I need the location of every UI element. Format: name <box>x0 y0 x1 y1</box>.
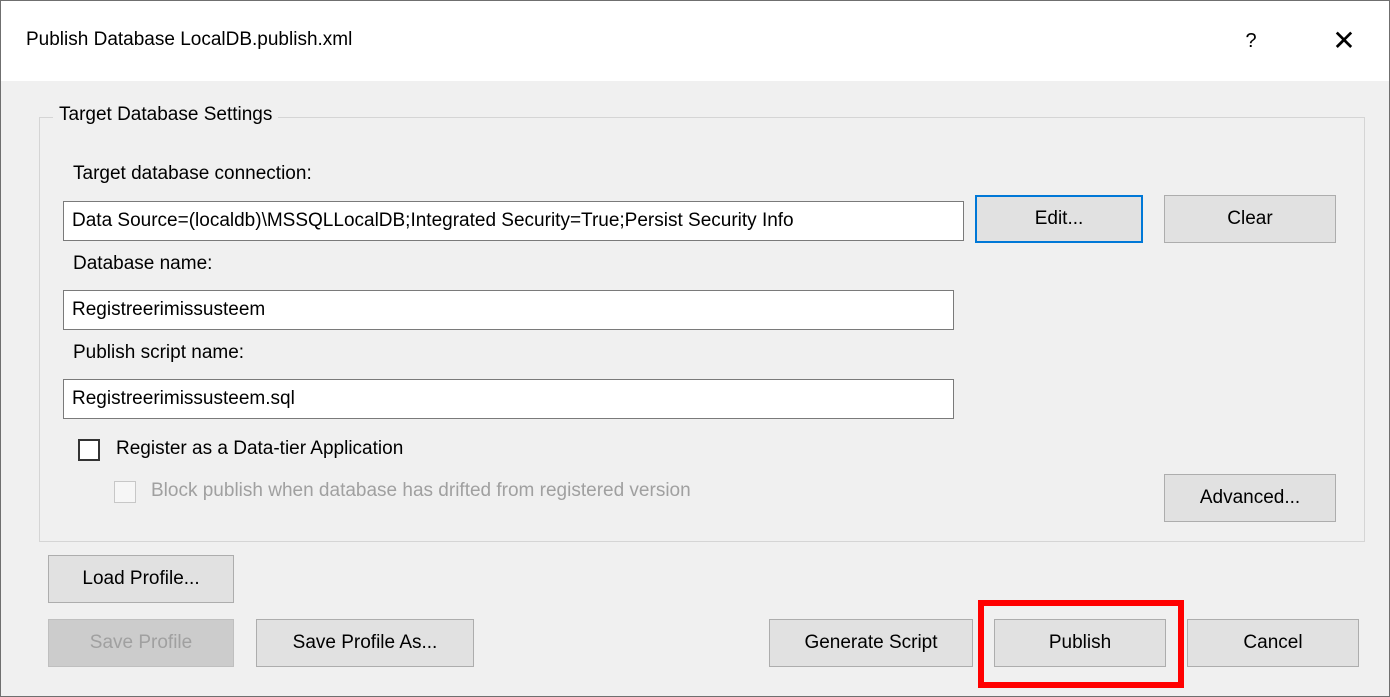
block-publish-label: Block publish when database has drifted … <box>151 480 691 501</box>
connection-string-field[interactable]: Data Source=(localdb)\MSSQLLocalDB;Integ… <box>63 201 964 241</box>
group-legend: Target Database Settings <box>53 104 279 126</box>
load-profile-button[interactable]: Load Profile... <box>48 555 234 603</box>
register-checkbox[interactable] <box>78 439 100 461</box>
database-name-label: Database name: <box>73 253 213 274</box>
dialog-title: Publish Database LocalDB.publish.xml <box>26 29 353 50</box>
title-bar: Publish Database LocalDB.publish.xml ? ✕ <box>1 1 1389 81</box>
publish-highlight-box <box>978 600 1184 688</box>
connection-label: Target database connection: <box>73 163 312 184</box>
block-publish-checkbox[interactable] <box>114 481 136 503</box>
script-name-field[interactable]: Registreerimissusteem.sql <box>63 379 954 419</box>
cancel-button[interactable]: Cancel <box>1187 619 1359 667</box>
script-name-label: Publish script name: <box>73 342 245 363</box>
clear-button[interactable]: Clear <box>1164 195 1336 243</box>
advanced-button[interactable]: Advanced... <box>1164 474 1336 522</box>
publish-database-dialog: Publish Database LocalDB.publish.xml ? ✕… <box>0 0 1390 697</box>
save-profile-as-button[interactable]: Save Profile As... <box>256 619 474 667</box>
edit-button[interactable]: Edit... <box>975 195 1143 243</box>
save-profile-button[interactable]: Save Profile <box>48 619 234 667</box>
help-icon[interactable]: ? <box>1229 21 1273 61</box>
close-icon[interactable]: ✕ <box>1319 21 1369 61</box>
generate-script-button[interactable]: Generate Script <box>769 619 973 667</box>
database-name-field[interactable]: Registreerimissusteem <box>63 290 954 330</box>
register-label: Register as a Data-tier Application <box>116 438 404 459</box>
